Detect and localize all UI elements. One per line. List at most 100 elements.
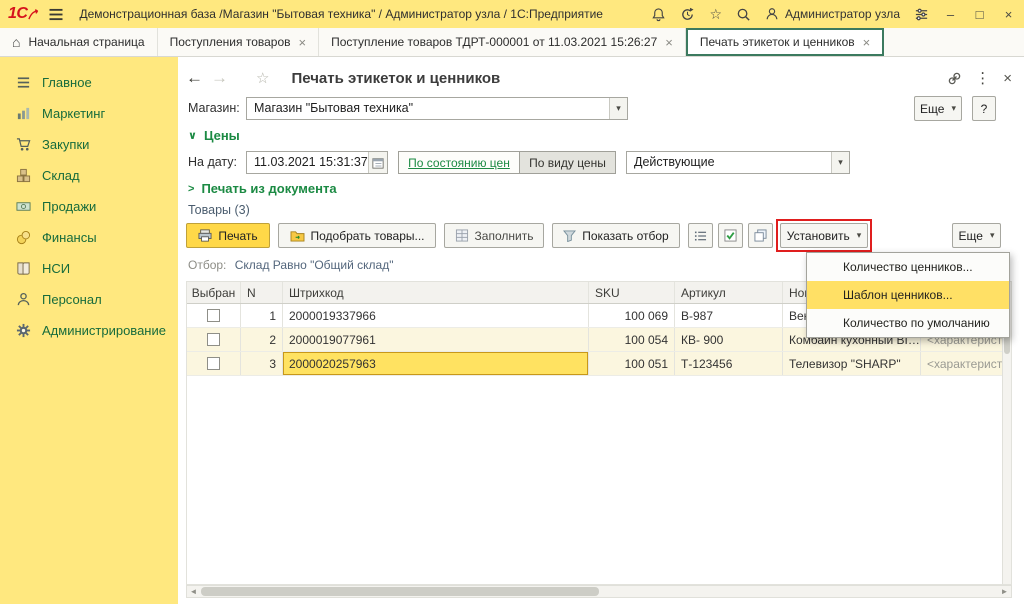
favorite-star-icon[interactable]: ☆ [256,69,269,87]
close-window-button[interactable]: × [1001,7,1016,22]
back-arrow-button[interactable]: ← [186,68,203,88]
tab-bar: ⌂ Начальная страница Поступления товаров… [0,28,1024,57]
tab-postupleniya-tovarov[interactable]: Поступления товаров × [158,28,320,56]
price-filter-select[interactable]: Действующие ▾ [626,151,850,174]
print-button[interactable]: Печать [186,223,270,248]
tab-pechat-etiketok[interactable]: Печать этикеток и ценников × [686,28,884,56]
person-icon [16,292,31,307]
cell-sku[interactable]: 100 051 [589,352,675,375]
cart-icon [16,137,31,152]
scroll-left-arrow[interactable]: ◄ [187,586,200,597]
set-quantity-list-button[interactable] [688,223,713,248]
cell-n[interactable]: 1 [241,304,283,327]
calendar-icon [372,157,384,169]
cell-barcode[interactable]: 2000019337966 [283,304,589,327]
page-title: Печать этикеток и ценников [291,70,500,87]
date-label: На дату: [188,155,237,169]
history-icon[interactable] [680,7,695,22]
cell-nomenclature[interactable]: Телевизор "SHARP" [783,352,921,375]
close-form-icon[interactable]: × [1003,70,1012,87]
sections-sidebar: Главное Маркетинг Закупки Склад Продажи … [0,57,178,604]
horizontal-scrollbar[interactable]: ◄ ► [186,585,1012,598]
column-header-shtrihkod[interactable]: Штрихкод [283,282,589,303]
chevron-down-icon[interactable]: ▾ [609,98,627,119]
cell-n[interactable]: 2 [241,328,283,351]
row-checkbox[interactable] [207,309,220,322]
show-filter-button[interactable]: Показать отбор [552,223,680,248]
tab-home[interactable]: ⌂ Начальная страница [0,28,158,56]
hamburger-menu-icon[interactable] [48,8,64,21]
link-icon[interactable] [947,71,962,86]
calendar-button[interactable] [368,152,387,173]
sidebar-item-glavnoe[interactable]: Главное [0,67,178,98]
copy-button[interactable] [748,223,773,248]
more-actions-kebab-icon[interactable]: ⋮ [975,69,990,87]
annotation-red-box: Установить ▾ [776,219,872,252]
cell-sku[interactable]: 100 069 [589,304,675,327]
column-header-sku[interactable]: SKU [589,282,675,303]
goods-group-header[interactable]: Товары (3) [188,203,250,217]
more-button-top[interactable]: Еще ▾ [914,96,962,121]
form-pechat-etiketok: ← → ☆ Печать этикеток и ценников ⋮ × Маг… [178,57,1024,604]
section-print-from-document[interactable]: > Печать из документа [188,181,337,196]
forward-arrow-button[interactable]: → [211,68,228,88]
column-header-artikul[interactable]: Артикул [675,282,783,303]
store-label: Магазин: [188,101,240,115]
sidebar-item-marketing[interactable]: Маркетинг [0,98,178,129]
tab-postuplenie-dokument[interactable]: Поступление товаров ТДРТ-000001 от 11.03… [319,28,686,56]
row-checkbox[interactable] [207,357,220,370]
column-header-n[interactable]: N [241,282,283,303]
cell-barcode[interactable]: 2000019077961 [283,328,589,351]
help-button[interactable]: ? [972,96,996,121]
sidebar-item-finansy[interactable]: Финансы [0,222,178,253]
settings-sliders-icon[interactable] [914,7,929,22]
sidebar-item-label: Маркетинг [42,106,105,121]
favorites-star-icon[interactable]: ☆ [709,6,722,23]
tab-close-icon[interactable]: × [665,35,673,50]
table-row-selected[interactable]: 3 2000020257963 100 051 Т-123456 Телевиз… [187,352,1011,376]
sidebar-item-sklad[interactable]: Склад [0,160,178,191]
more-button-toolbar[interactable]: Еще ▾ [952,223,1001,248]
cell-n[interactable]: 3 [241,352,283,375]
menu-item-kolichestvo-cennikov[interactable]: Количество ценников... [807,253,1009,281]
store-select[interactable]: Магазин "Бытовая техника" ▾ [246,97,628,120]
menu-item-shablon-cennikov[interactable]: Шаблон ценников... [807,281,1009,309]
fill-button[interactable]: Заполнить [444,223,544,248]
sidebar-item-personal[interactable]: Персонал [0,284,178,315]
horizontal-scrollbar-thumb[interactable] [201,587,599,596]
minimize-button[interactable]: – [943,7,958,22]
pick-goods-button[interactable]: Подобрать товары... [278,223,436,248]
window-title: Демонстрационная база /Магазин "Бытовая … [79,7,603,21]
tab-close-icon[interactable]: × [863,35,871,50]
date-input[interactable]: 11.03.2021 15:31:37 [246,151,388,174]
toggle-by-price-kind[interactable]: По виду цены [519,151,616,174]
cell-characteristic[interactable]: <характерист [921,352,1011,375]
filter-summary[interactable]: Отбор: Склад Равно "Общий склад" [188,258,394,272]
date-row: На дату: 11.03.2021 15:31:37 По состояни… [178,151,1024,174]
notifications-bell-icon[interactable] [651,7,666,22]
search-icon[interactable] [736,7,751,22]
cell-barcode-selected[interactable]: 2000020257963 [283,352,589,375]
cell-sku[interactable]: 100 054 [589,328,675,351]
toggle-by-price-state[interactable]: По состоянию цен [398,151,520,174]
set-button[interactable]: Установить ▾ [780,223,868,248]
row-checkbox[interactable] [207,333,220,346]
sidebar-item-zakupki[interactable]: Закупки [0,129,178,160]
cell-article[interactable]: КВ- 900 [675,328,783,351]
checked-checkbox-icon [724,229,737,242]
user-menu[interactable]: Администратор узла [765,7,900,21]
sidebar-item-administrirovanie[interactable]: Администрирование [0,315,178,346]
sidebar-item-prodazhi[interactable]: Продажи [0,191,178,222]
maximize-button[interactable]: □ [972,7,987,22]
section-prices[interactable]: ∨ Цены [188,128,240,143]
copy-icon [754,229,767,242]
tab-close-icon[interactable]: × [299,35,307,50]
chevron-down-icon[interactable]: ▾ [831,152,849,173]
cell-article[interactable]: В-987 [675,304,783,327]
menu-item-kolichestvo-po-umolchaniyu[interactable]: Количество по умолчанию [807,309,1009,337]
sidebar-item-nsi[interactable]: НСИ [0,253,178,284]
check-all-button[interactable] [718,223,743,248]
column-header-vybran[interactable]: Выбран [187,282,241,303]
scroll-right-arrow[interactable]: ► [998,586,1011,597]
cell-article[interactable]: Т-123456 [675,352,783,375]
